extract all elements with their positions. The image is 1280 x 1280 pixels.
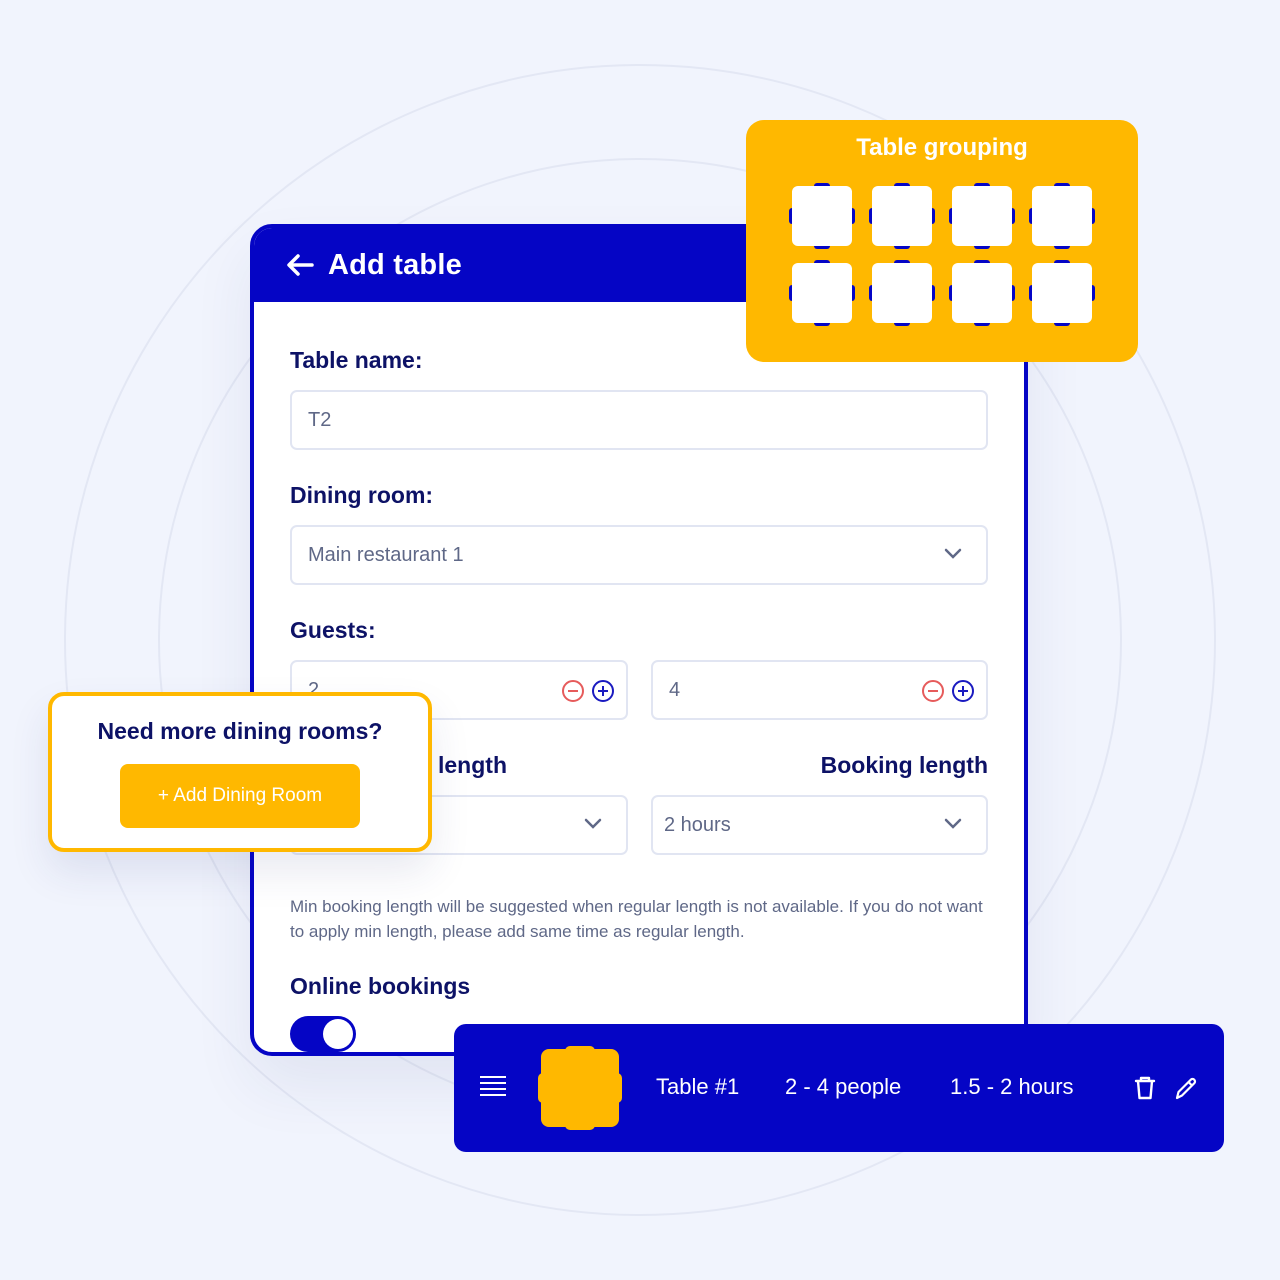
grouped-table[interactable] [949,260,1015,326]
table-shape-icon [538,1046,622,1130]
grouped-table[interactable] [789,183,855,249]
increment-max-button[interactable] [952,680,974,702]
decrement-min-button[interactable] [562,680,584,702]
grouped-table[interactable] [1029,183,1095,249]
chair-marker [1054,183,1070,186]
chair-marker [974,323,990,326]
table-grouping-panel: Table grouping [746,120,1138,362]
chevron-down-icon [944,548,962,559]
table-guests-text: 2 - 4 people [785,1074,902,1099]
chair-marker [932,208,935,224]
chair-marker [932,285,935,301]
add-dining-room-button[interactable]: + Add Dining Room [120,764,360,828]
chair-marker [869,285,872,301]
chair-marker [894,323,910,326]
chair-marker [814,246,830,249]
grouped-table[interactable] [869,183,935,249]
dining-room-value: Main restaurant 1 [308,543,464,566]
chair-marker [974,246,990,249]
chair-marker [789,208,792,224]
min-booking-length-label: length [438,752,507,778]
chevron-down-icon [944,818,962,829]
table-duration-text: 1.5 - 2 hours [950,1074,1074,1099]
chair-marker [974,260,990,263]
guests-max-stepper[interactable]: 4 [651,660,988,720]
promo-title: Need more dining rooms? [97,718,383,744]
arrow-left-icon[interactable] [286,253,314,277]
grouped-table[interactable] [949,183,1015,249]
decrement-max-button[interactable] [922,680,944,702]
table-name-input[interactable]: T2 [290,390,988,450]
chair-marker [894,183,910,186]
table-name-value: T2 [308,408,332,431]
toggle-knob [323,1019,353,1049]
online-bookings-toggle[interactable] [290,1016,356,1052]
chair-marker [1029,285,1032,301]
chair-marker [974,183,990,186]
grouped-table[interactable] [789,260,855,326]
chair-marker [1029,208,1032,224]
guests-label: Guests: [290,617,376,643]
chair-marker [852,285,855,301]
dining-rooms-promo: Need more dining rooms? + Add Dining Roo… [48,692,432,852]
chair-marker [789,285,792,301]
chair-marker [1012,285,1015,301]
chair-marker [949,208,952,224]
page-title: Add table [328,248,462,281]
online-bookings-label: Online bookings [290,973,471,999]
chair-marker [1012,208,1015,224]
grouped-table[interactable] [869,260,935,326]
booking-length-label: Booking length [820,752,988,778]
chair-marker [1054,246,1070,249]
menu-icon[interactable] [480,1076,506,1098]
dining-room-label: Dining room: [290,482,434,508]
booking-length-value: 2 hours [664,813,731,836]
chair-marker [894,246,910,249]
pencil-icon[interactable] [1172,1074,1198,1102]
chair-marker [894,260,910,263]
trash-icon[interactable] [1132,1074,1158,1102]
chevron-down-icon [584,818,602,829]
increment-min-button[interactable] [592,680,614,702]
chair-marker [1092,285,1095,301]
chair-marker [814,183,830,186]
chair-marker [1054,323,1070,326]
chair-marker [852,208,855,224]
chair-marker [869,208,872,224]
booking-hint-text: Min booking length will be suggested whe… [290,897,983,941]
table-name-text: Table #1 [656,1074,740,1099]
chair-marker [814,260,830,263]
chair-marker [949,285,952,301]
table-name-label: Table name: [290,347,423,373]
chair-marker [814,323,830,326]
guests-max-value: 4 [669,678,681,701]
grouped-table[interactable] [1029,260,1095,326]
dining-room-select[interactable]: Main restaurant 1 [290,525,988,585]
chair-marker [1054,260,1070,263]
table-row[interactable]: Table #1 2 - 4 people 1.5 - 2 hours [454,1024,1224,1152]
chair-marker [1092,208,1095,224]
table-grouping-title: Table grouping [856,134,1028,161]
booking-length-select[interactable]: 2 hours [651,795,988,855]
